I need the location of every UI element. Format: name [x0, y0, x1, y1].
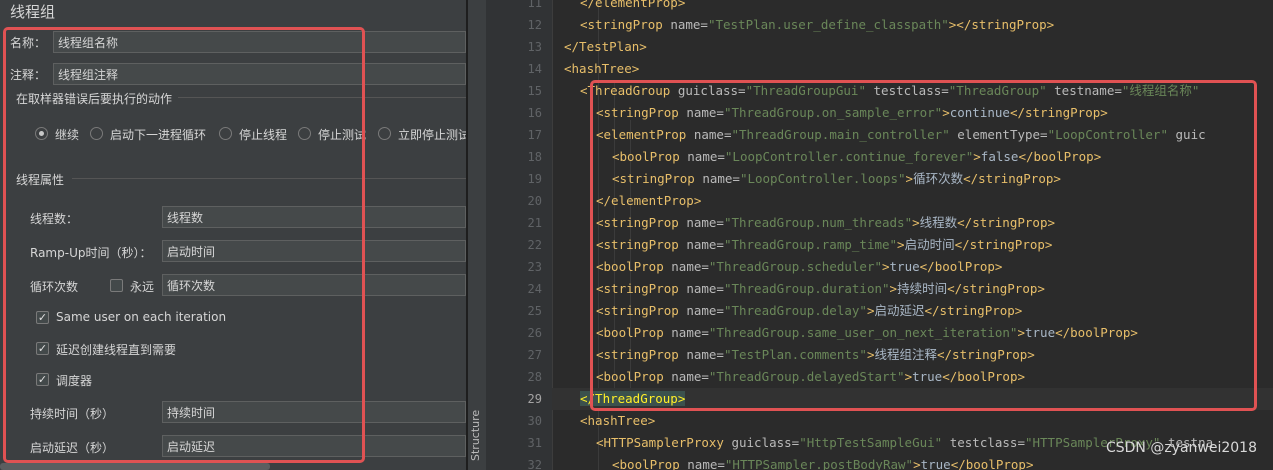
code-token: name= [670, 17, 708, 32]
code-token: name= [687, 457, 725, 470]
structure-tab[interactable]: Structure [469, 405, 485, 465]
code-token: ></stringProp> [948, 17, 1055, 32]
code-token: true [920, 457, 951, 470]
line-number: 23 [527, 260, 542, 274]
code-token: <HTTPSamplerProxy [596, 435, 732, 450]
line-number: 25 [527, 304, 542, 318]
code-token: <hashTree> [580, 413, 656, 428]
horizontal-scrollbar[interactable] [0, 463, 270, 470]
radio-stop-test-now[interactable] [378, 127, 391, 140]
line-number: 21 [527, 216, 542, 230]
panel-title: 线程组 [10, 3, 56, 21]
line-number: 32 [527, 458, 542, 470]
highlight-box-code [590, 80, 1257, 411]
line-number: 27 [527, 348, 542, 362]
line-number: 18 [527, 150, 542, 164]
code-token: testclass= [949, 435, 1025, 450]
highlight-box-form [3, 27, 365, 463]
line-number: 19 [527, 172, 542, 186]
line-number: 29 [527, 392, 542, 406]
line-number: 17 [527, 128, 542, 142]
code-token: <boolProp [612, 457, 688, 470]
code-token: "HTTPSampler.postBodyRaw" [724, 457, 914, 470]
code-token: guiclass= [731, 435, 800, 450]
code-line[interactable]: <hashTree> [564, 58, 639, 80]
line-number: 28 [527, 370, 542, 384]
line-number: 13 [527, 40, 542, 54]
code-token: <hashTree> [564, 61, 640, 76]
code-token: </elementProp> [580, 0, 686, 10]
line-number: 22 [527, 238, 542, 252]
line-number: 14 [527, 62, 542, 76]
code-token: > [913, 457, 921, 470]
code-token: "HttpTestSampleGui" [799, 435, 950, 450]
line-number: 16 [527, 106, 542, 120]
line-number: 11 [527, 0, 542, 10]
code-line[interactable]: <boolProp name="HTTPSampler.postBodyRaw"… [612, 454, 1034, 470]
xml-editor: Structure 11 </elementProp> 12 <stringProp … [466, 0, 1273, 470]
watermark: CSDN @zyanwei2018 [1105, 440, 1257, 456]
code-line[interactable]: </TestPlan> [564, 36, 647, 58]
code-token: <stringProp [580, 17, 671, 32]
line-number: 26 [527, 326, 542, 340]
code-token: </boolProp> [950, 457, 1034, 470]
code-line[interactable]: <hashTree> [580, 410, 655, 432]
code-line[interactable]: </elementProp> [580, 0, 685, 14]
line-number: 24 [527, 282, 542, 296]
thread-group-panel: 线程组 名称： 注释： 在取样器错误后要执行的动作 继续 启动下一进程循环 停止… [0, 0, 466, 470]
code-line[interactable]: <stringProp name="TestPlan.user_define_c… [580, 14, 1054, 36]
line-number: 30 [527, 414, 542, 428]
code-token: "TestPlan.user_define_classpath" [707, 17, 949, 32]
line-number: 15 [527, 84, 542, 98]
structure-toolbar: Structure [468, 0, 487, 470]
code-token: </TestPlan> [564, 39, 647, 54]
line-number: 20 [527, 194, 542, 208]
line-number: 12 [527, 18, 542, 32]
radio-stop-test-now-label: 立即停止测试 [398, 128, 466, 142]
line-number: 31 [527, 436, 542, 450]
